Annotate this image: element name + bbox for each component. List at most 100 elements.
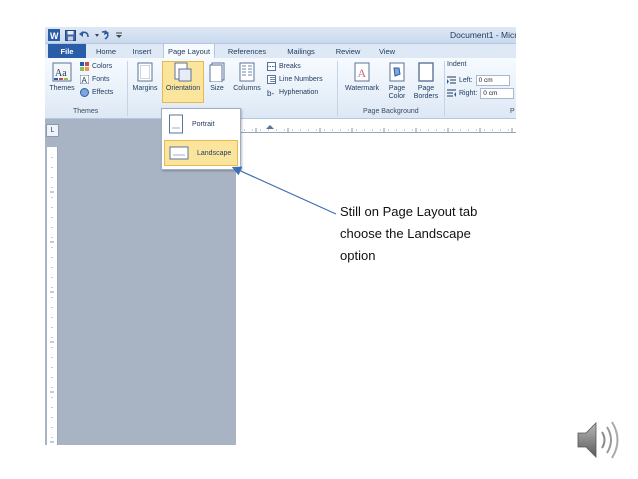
menu-item-portrait[interactable]: Portrait (164, 111, 238, 137)
indent-heading: Indent (447, 61, 466, 68)
tab-page-layout[interactable]: Page Layout (163, 43, 215, 59)
effects-label: Effects (92, 89, 114, 96)
callout-line-3: option (340, 248, 376, 263)
callout-line-1: Still on Page Layout tab (340, 204, 478, 219)
portrait-icon (169, 114, 183, 134)
undo-icon[interactable] (78, 29, 90, 41)
themes-button[interactable]: Aa Themes (49, 62, 75, 92)
tab-mailings[interactable]: Mailings (281, 44, 321, 58)
line-numbers-button[interactable]: Line Numbers (267, 75, 323, 84)
landscape-icon (169, 146, 189, 160)
fonts-button[interactable]: A Fonts (80, 75, 110, 84)
indent-left-row: Left: 0 cm (447, 75, 510, 86)
page-borders-label-1: Page (417, 85, 435, 92)
vertical-ruler[interactable] (47, 147, 58, 445)
size-icon (209, 62, 225, 83)
menu-item-landscape[interactable]: Landscape (164, 140, 238, 166)
margins-button[interactable]: Margins (131, 62, 159, 92)
tab-selector[interactable]: L (46, 124, 59, 137)
effects-button[interactable]: Effects (80, 88, 113, 97)
group-separator (127, 61, 128, 116)
hyphenation-icon: b- (267, 89, 274, 97)
page-color-label-2: Color (388, 93, 406, 100)
word-app-icon[interactable]: W (48, 29, 60, 41)
ribbon: Aa Themes Colors A Fonts Effects Themes … (45, 58, 516, 119)
indent-left-icon (447, 76, 456, 84)
columns-label: Columns (233, 85, 261, 92)
paragraph-group-label: P (510, 108, 515, 115)
size-button[interactable]: Size (206, 62, 228, 92)
tab-home[interactable]: Home (89, 44, 123, 58)
page-borders-icon (418, 62, 434, 82)
orientation-label: Orientation (165, 85, 201, 92)
group-separator (337, 61, 338, 116)
indent-right-icon (447, 89, 456, 97)
line-numbers-label: Line Numbers (279, 76, 323, 83)
page-borders-label-2: Borders (413, 93, 439, 100)
tab-review[interactable]: Review (330, 44, 366, 58)
themes-group-label: Themes (73, 108, 99, 115)
watermark-icon: A (354, 62, 370, 82)
hyphenation-label: Hyphenation (279, 89, 319, 96)
customize-qat-icon[interactable] (113, 29, 125, 41)
horizontal-ruler[interactable] (236, 122, 516, 133)
watermark-button[interactable]: A Watermark (342, 62, 382, 92)
document-area: L (45, 119, 516, 445)
indent-label: Indent (447, 61, 467, 68)
indent-right-row: Right: 0 cm (447, 88, 515, 99)
themes-label: Themes (49, 85, 75, 92)
indent-right-input[interactable]: 0 cm (480, 88, 515, 99)
columns-icon (239, 62, 255, 82)
themes-icon: Aa (52, 62, 72, 82)
indent-right-label: Right: (459, 90, 478, 97)
colors-icon (80, 62, 89, 71)
margins-label: Margins (132, 85, 158, 92)
page-color-button[interactable]: Page Color (384, 62, 410, 100)
tab-references[interactable]: References (223, 44, 271, 58)
colors-label: Colors (92, 63, 113, 70)
redo-icon[interactable] (99, 29, 111, 41)
fonts-label: Fonts (92, 76, 110, 83)
tab-view[interactable]: View (372, 44, 402, 58)
orientation-button[interactable]: Orientation (162, 61, 204, 103)
svg-text:A: A (82, 76, 88, 84)
breaks-button[interactable]: Breaks (267, 62, 301, 71)
orientation-icon (174, 62, 192, 82)
colors-button[interactable]: Colors (80, 62, 112, 71)
window-title: Document1 - Micr (450, 30, 516, 40)
menu-item-landscape-label: Landscape (197, 149, 232, 157)
hyphenation-button[interactable]: b- Hyphenation (267, 88, 318, 97)
page-background-group-label: Page Background (363, 108, 419, 115)
orientation-menu: Portrait Landscape (161, 108, 241, 170)
group-separator (444, 61, 445, 116)
horizontal-ruler-ticks (244, 125, 513, 132)
svg-text:W: W (50, 31, 59, 41)
columns-button[interactable]: Columns (231, 62, 263, 92)
tab-insert[interactable]: Insert (126, 44, 158, 58)
effects-icon (80, 88, 89, 97)
save-icon[interactable] (64, 29, 76, 41)
fonts-icon: A (80, 75, 89, 84)
callout-line-2: choose the Landscape (340, 226, 471, 241)
menu-item-portrait-label: Portrait (192, 120, 215, 128)
line-numbers-icon (267, 75, 276, 84)
watermark-label: Watermark (345, 85, 379, 92)
svg-text:A: A (358, 66, 367, 80)
ribbon-tab-bar: File Home Insert Page Layout References … (45, 43, 516, 59)
tab-file[interactable]: File (48, 44, 86, 58)
page-color-icon (389, 62, 405, 82)
vertical-ruler-ticks (50, 157, 54, 443)
breaks-label: Breaks (279, 63, 301, 70)
margins-icon (137, 62, 153, 82)
svg-text:b-: b- (267, 89, 274, 97)
page-borders-button[interactable]: Page Borders (411, 62, 441, 100)
size-label: Size (210, 85, 224, 92)
speaker-icon[interactable] (574, 418, 624, 462)
page-color-label-1: Page (388, 85, 406, 92)
indent-left-input[interactable]: 0 cm (475, 75, 510, 86)
instruction-callout: Still on Page Layout tab choose the Land… (340, 201, 477, 267)
title-bar: W Document1 - Micr (45, 27, 516, 44)
breaks-icon (267, 62, 276, 71)
svg-text:Aa: Aa (55, 68, 67, 79)
indent-left-label: Left: (459, 77, 473, 84)
